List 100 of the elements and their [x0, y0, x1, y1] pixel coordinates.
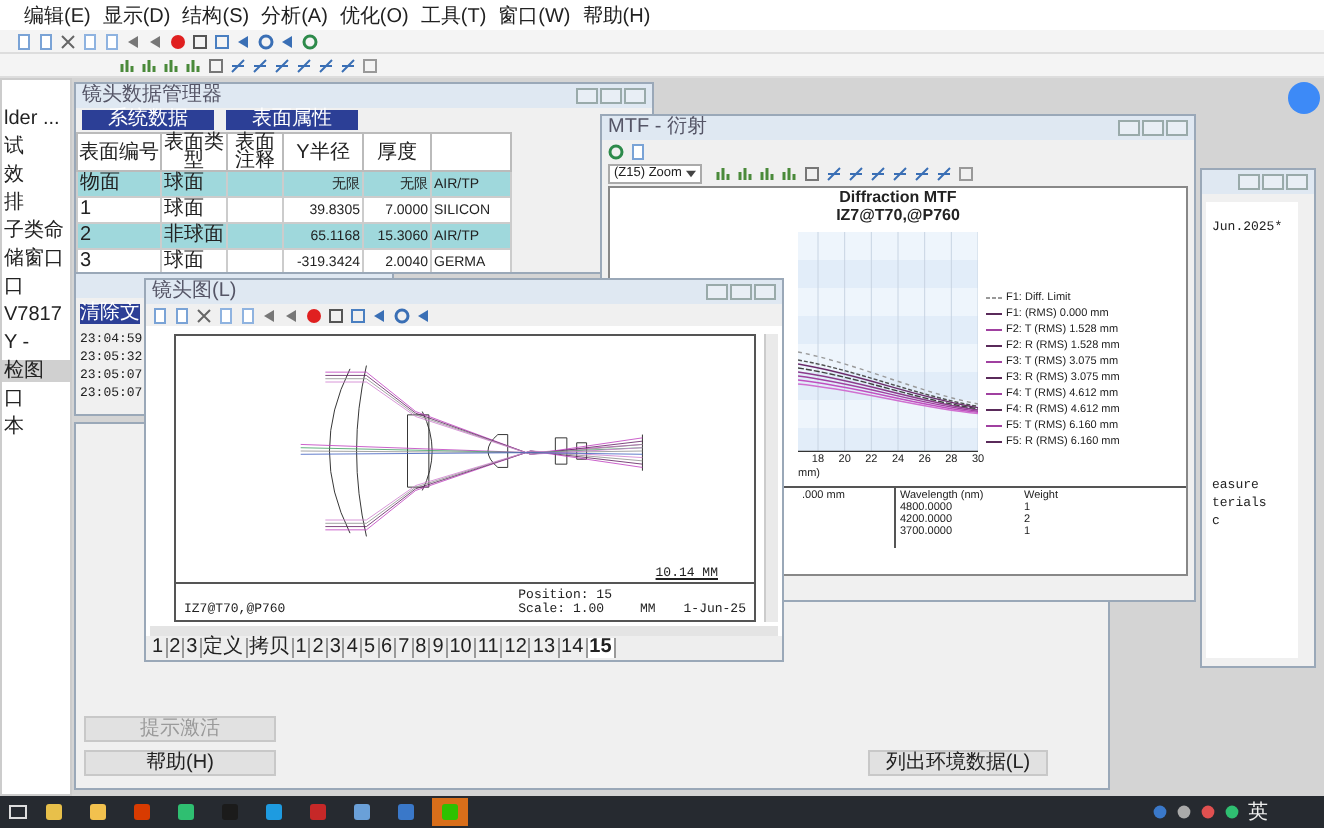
chart-icon[interactable] [164, 57, 180, 73]
minimize-button[interactable] [1238, 174, 1260, 190]
close-button[interactable] [1286, 174, 1308, 190]
maximize-button[interactable] [1262, 174, 1284, 190]
chart-icon[interactable] [186, 57, 202, 73]
legend-line-icon [986, 360, 1002, 364]
arrow-icon[interactable] [372, 307, 388, 323]
sheet-tab[interactable]: 5 [361, 638, 379, 658]
menu-item[interactable]: 优化(O) [339, 6, 409, 28]
panel-item[interactable]: V7817 [2, 304, 70, 326]
sheet-tab[interactable]: 3 [184, 638, 202, 658]
minimize-button[interactable] [706, 284, 728, 300]
table-cell: 3 [80, 250, 92, 272]
sheet-tab[interactable]: 1 [293, 638, 311, 658]
maximize-button[interactable] [1142, 120, 1164, 136]
table-cell: 非球面 [164, 223, 224, 245]
minimize-button[interactable] [1118, 120, 1140, 136]
column-header: 表面编号 [77, 133, 161, 171]
chart-icon[interactable] [120, 57, 136, 73]
sheet-tab[interactable]: 6 [379, 638, 397, 658]
tab-button[interactable]: 系统数据 [82, 110, 214, 130]
list-data-button[interactable]: 列出环境数据(L) [868, 750, 1048, 776]
chart-icon[interactable] [142, 57, 158, 73]
horizontal-scrollbar[interactable] [150, 626, 778, 636]
sheet-tab[interactable]: 1 [150, 638, 168, 658]
window-title: 镜头图(L) [152, 280, 237, 304]
clear-button[interactable]: 清除文 [80, 304, 140, 324]
panel-item[interactable]: 效 [2, 164, 70, 186]
legend-line-icon [986, 376, 1002, 380]
legend-line-icon [986, 328, 1002, 332]
panel-item[interactable]: 口 [2, 388, 70, 410]
sheet-tab[interactable]: 2 [167, 638, 185, 658]
chart-icon[interactable] [781, 165, 798, 181]
menu-item[interactable]: 工具(T) [420, 6, 487, 28]
window-title: 镜头数据管理器 [82, 84, 222, 107]
dialog-button[interactable]: 帮助(H) [84, 750, 276, 776]
sheet-tab[interactable]: 13 [530, 638, 560, 658]
vertical-scrollbar[interactable] [764, 334, 778, 622]
panel-item[interactable]: 试 [2, 136, 70, 158]
panel-item[interactable]: lder ... [2, 108, 70, 130]
sheet-tab[interactable]: 4 [344, 638, 362, 658]
sheet-tab[interactable]: 3 [327, 638, 345, 658]
chart-icon[interactable] [737, 165, 754, 181]
menu-item[interactable]: 显示(D) [102, 6, 171, 28]
maximize-button[interactable] [730, 284, 752, 300]
caret-icon [685, 169, 696, 177]
menu-item[interactable]: 结构(S) [182, 6, 250, 28]
close-button[interactable] [1166, 120, 1188, 136]
sheet-tab[interactable]: 9 [430, 638, 448, 658]
table-cell: 球面 [164, 249, 204, 271]
page-icon[interactable] [630, 143, 646, 159]
floating-ball-icon[interactable] [1288, 82, 1320, 114]
sheet-tab[interactable]: 12 [502, 638, 531, 658]
stop-icon[interactable] [170, 33, 186, 49]
panel-item[interactable]: 口 [2, 276, 70, 298]
arrow-icon[interactable] [416, 307, 432, 323]
arrow-icon[interactable] [236, 33, 252, 49]
table-cell: 物面 [80, 172, 120, 194]
cut-icon[interactable] [196, 307, 212, 323]
sheet-tab[interactable]: 15 [587, 638, 616, 658]
chart-icon[interactable] [759, 165, 776, 181]
menu-item[interactable]: 分析(A) [261, 6, 328, 28]
panel-item[interactable]: 子类命 [2, 220, 70, 242]
minimize-button[interactable] [576, 88, 598, 104]
arrow-icon[interactable] [280, 33, 296, 49]
sheet-tab[interactable]: 2 [310, 638, 328, 658]
stop-icon[interactable] [306, 307, 322, 323]
table-cell: 2 [80, 224, 92, 246]
panel-item[interactable]: Y - [2, 332, 70, 354]
sheet-tab[interactable]: 7 [396, 638, 414, 658]
box-icon[interactable] [362, 57, 378, 73]
sheet-tab[interactable]: 10 [447, 638, 476, 658]
chart-subtitle: IZ7@T70,@P760 [836, 206, 960, 224]
menu-item[interactable]: 窗口(W) [498, 6, 571, 28]
table-cell: 球面 [164, 171, 204, 193]
maximize-button[interactable] [600, 88, 622, 104]
chart-icon[interactable] [715, 165, 732, 181]
panel-item[interactable]: 储窗口 [2, 248, 70, 270]
menu-item[interactable]: 帮助(H) [582, 6, 651, 28]
panel-item[interactable]: 检图 [2, 360, 70, 382]
close-button[interactable] [754, 284, 776, 300]
task-view-icon[interactable] [8, 802, 28, 822]
legend-line-icon [986, 424, 1002, 428]
sheet-tab[interactable]: 8 [413, 638, 431, 658]
input-method-indicator[interactable]: 英 [1248, 801, 1268, 823]
legend-line-icon [986, 312, 1002, 316]
panel-item[interactable]: 本 [2, 416, 70, 438]
legend-line-icon [986, 296, 1002, 300]
window-title: MTF - 衍射 [608, 116, 707, 140]
sheet-tab[interactable]: 拷贝 [247, 638, 294, 658]
panel-item[interactable]: 排 [2, 192, 70, 214]
sheet-tab[interactable]: 定义 [201, 638, 248, 658]
box-icon[interactable] [957, 165, 974, 181]
cut-icon[interactable] [60, 33, 76, 49]
tab-button[interactable]: 表面属性 [226, 110, 358, 130]
menu-item[interactable]: 编辑(E) [24, 6, 91, 28]
legend-line-icon [986, 344, 1002, 348]
close-button[interactable] [624, 88, 646, 104]
legend-line-icon [986, 440, 1002, 444]
sheet-tab[interactable]: 11 [475, 638, 503, 658]
